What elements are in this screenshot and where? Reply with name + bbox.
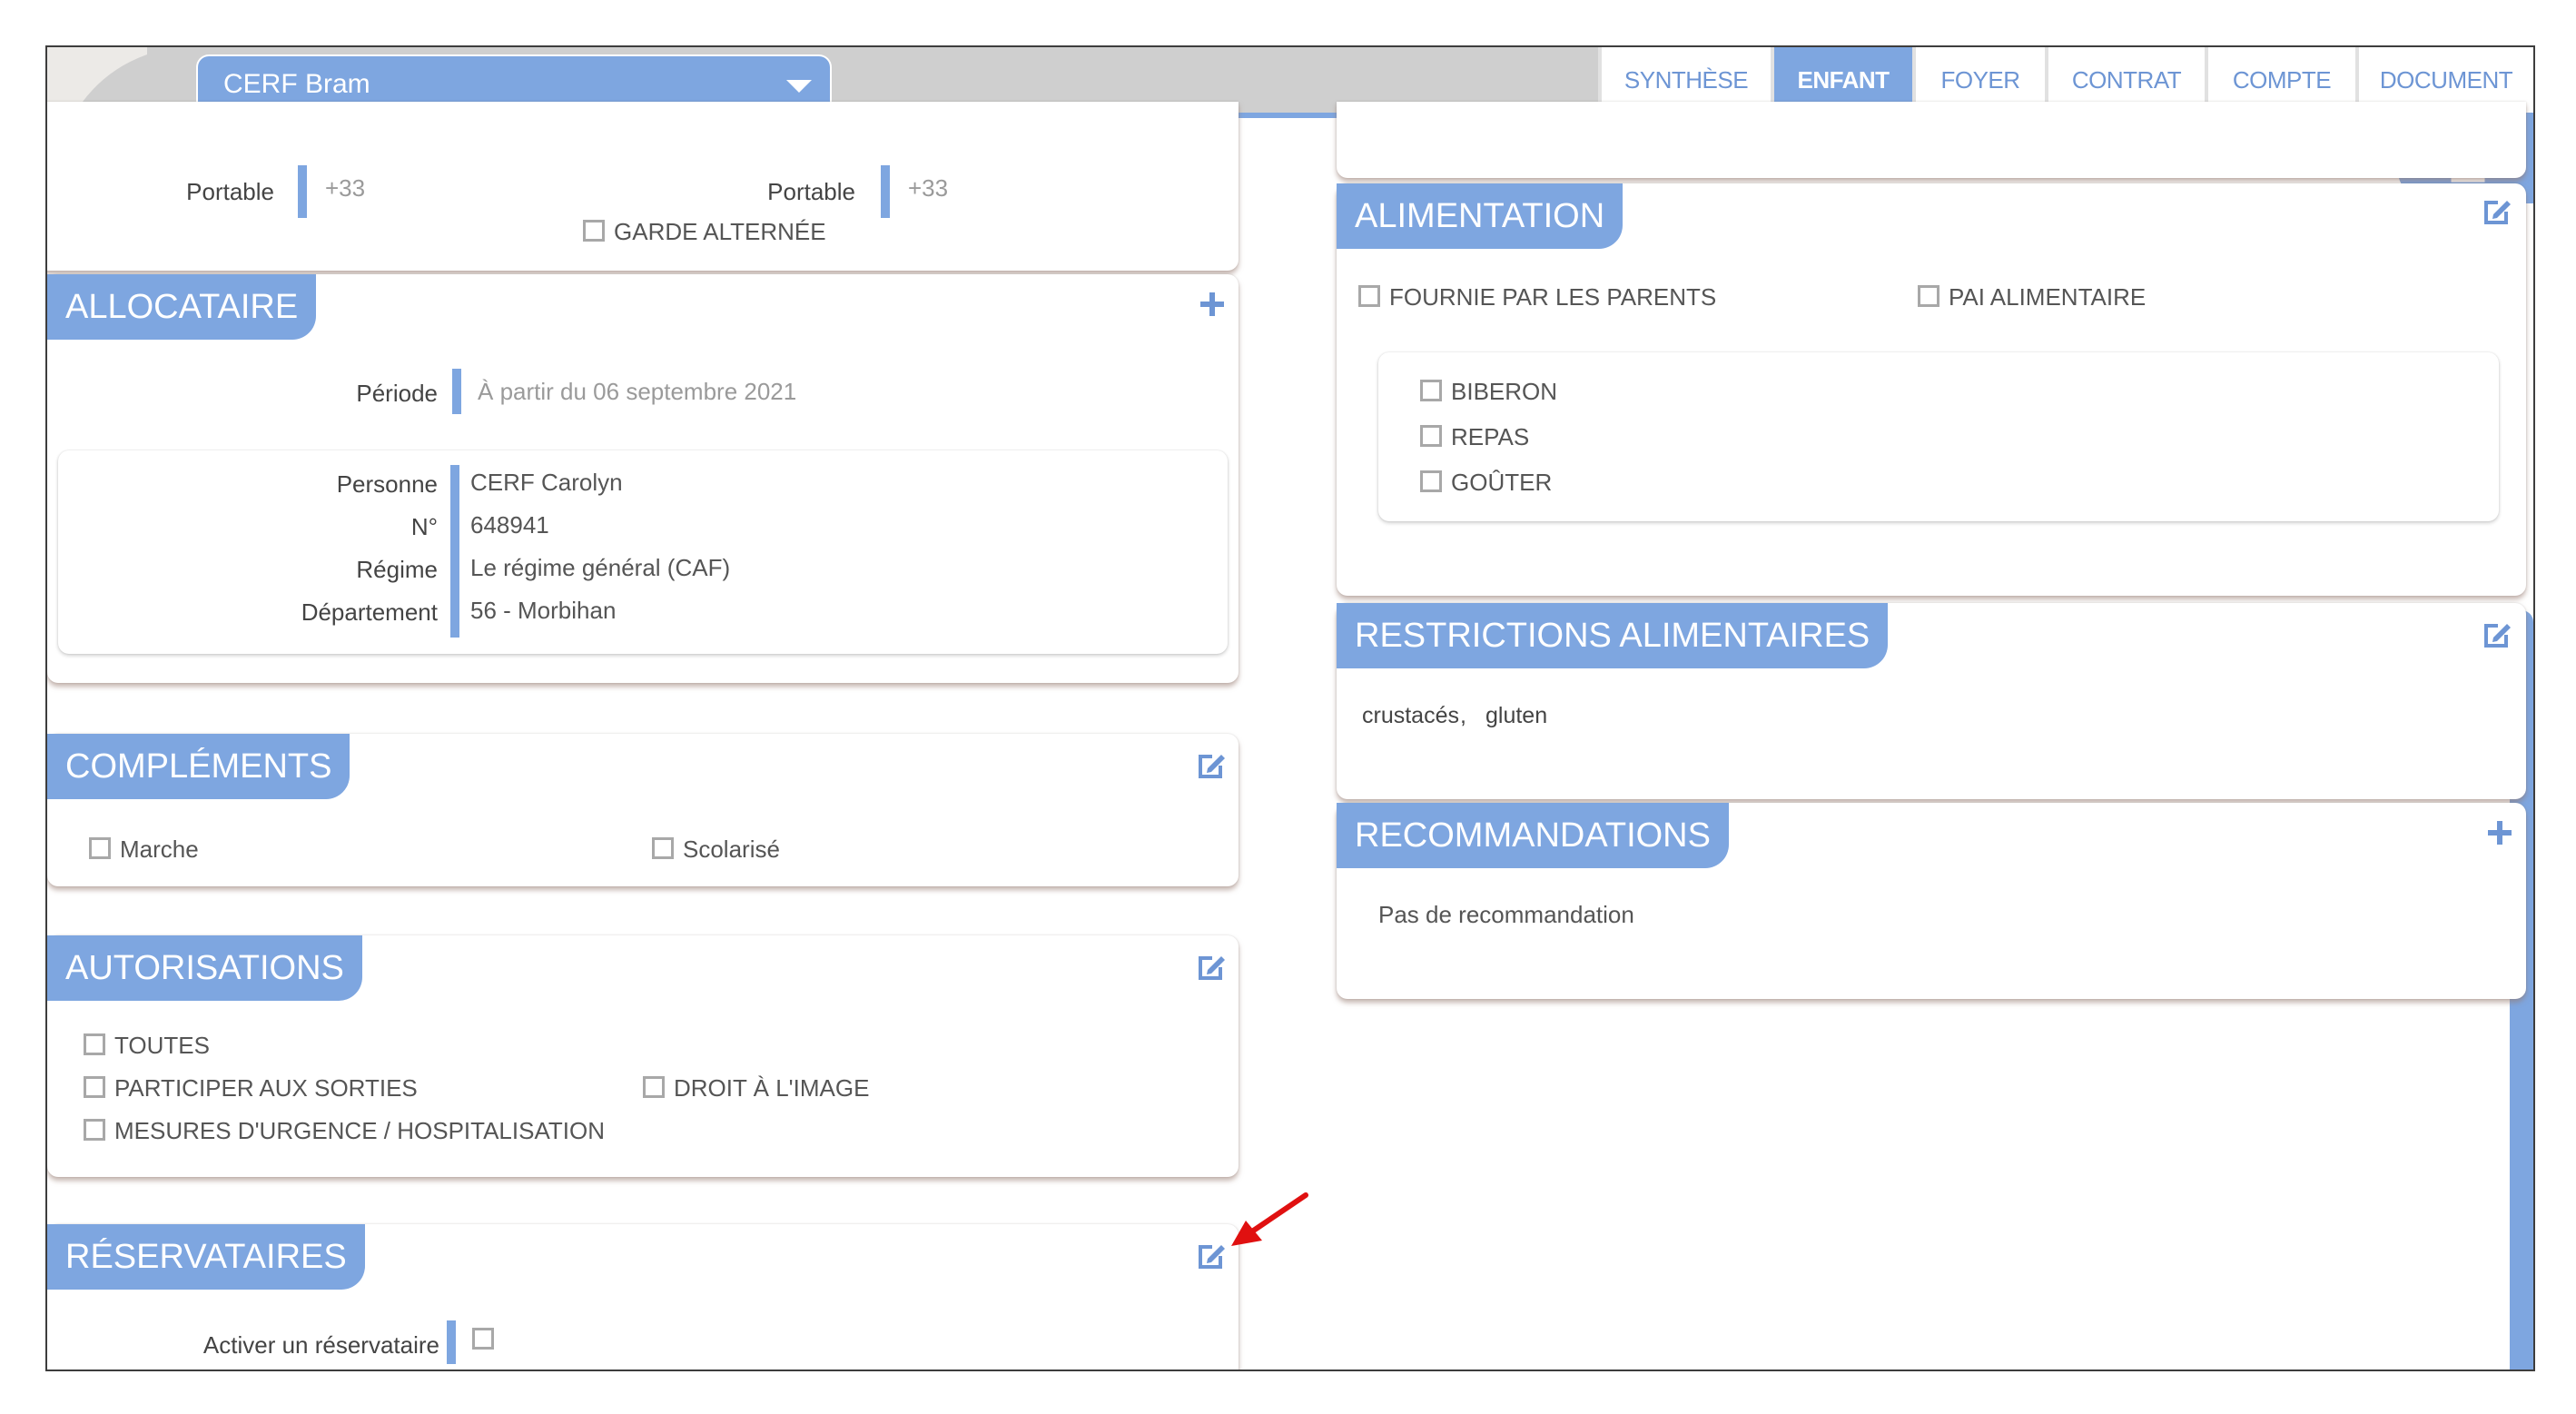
marche-checkbox[interactable] xyxy=(89,837,111,859)
portable-label-left: Portable xyxy=(186,178,274,205)
autorisations-card: AUTORISATIONS TOUTES PARTICIPER AUX SORT… xyxy=(47,935,1239,1177)
numero-value: 648941 xyxy=(470,511,549,539)
meals-box: BIBERON REPAS GOÛTER xyxy=(1378,352,2499,521)
restriction-separator: , xyxy=(1460,703,1466,728)
departement-value: 56 - Morbihan xyxy=(470,597,617,624)
activer-reservataire-checkbox[interactable] xyxy=(472,1328,494,1350)
plus-icon[interactable] xyxy=(2484,817,2515,848)
urgence-label: MESURES D'URGENCE / HOSPITALISATION xyxy=(114,1117,605,1144)
departement-label: Département xyxy=(301,598,438,626)
field-accent-bar xyxy=(452,369,461,414)
regime-value: Le régime général (CAF) xyxy=(470,554,731,581)
gouter-label: GOÛTER xyxy=(1451,469,1553,496)
toutes-checkbox[interactable] xyxy=(84,1033,105,1055)
activer-reservataire-label: Activer un réservataire xyxy=(202,1331,439,1359)
regime-label: Régime xyxy=(356,556,438,583)
portable-label-right: Portable xyxy=(767,178,855,205)
red-arrow-icon xyxy=(1231,1192,1308,1246)
edit-icon[interactable] xyxy=(1197,750,1228,781)
biberon-label: BIBERON xyxy=(1451,378,1558,405)
field-accent-bar xyxy=(447,1320,456,1364)
scolarise-label: Scolarisé xyxy=(683,836,780,863)
complements-card: COMPLÉMENTS Marche Scolarisé xyxy=(47,734,1239,886)
garde-alternee-label: GARDE ALTERNÉE xyxy=(614,218,826,245)
edit-icon[interactable] xyxy=(1197,1241,1228,1271)
allocataire-card: ALLOCATAIRE Période À partir du 06 septe… xyxy=(47,274,1239,683)
previous-card-bottom xyxy=(1337,102,2526,178)
fournie-parents-checkbox[interactable] xyxy=(1358,285,1380,307)
chevron-down-icon xyxy=(786,80,812,93)
autorisations-title: AUTORISATIONS xyxy=(47,935,362,1001)
allocataire-title: ALLOCATAIRE xyxy=(47,274,317,340)
repas-checkbox[interactable] xyxy=(1420,425,1442,447)
complements-title: COMPLÉMENTS xyxy=(47,734,350,799)
edit-icon[interactable] xyxy=(2482,196,2513,227)
periode-label: Période xyxy=(356,380,438,407)
sorties-label: PARTICIPER AUX SORTIES xyxy=(114,1074,418,1102)
sorties-checkbox[interactable] xyxy=(84,1076,105,1098)
gouter-checkbox[interactable] xyxy=(1420,470,1442,492)
droit-image-checkbox[interactable] xyxy=(643,1076,665,1098)
child-name: CERF Bram xyxy=(223,69,370,99)
personne-label: Personne xyxy=(336,470,438,498)
recommandations-card: RECOMMANDATIONS Pas de recommandation xyxy=(1337,803,2526,999)
restriction-item: crustacés xyxy=(1362,703,1459,728)
urgence-checkbox[interactable] xyxy=(84,1119,105,1141)
scolarise-checkbox[interactable] xyxy=(652,837,674,859)
biberon-checkbox[interactable] xyxy=(1420,380,1442,401)
allocataire-details: Personne CERF Carolyn N° 648941 Régime L… xyxy=(58,450,1228,654)
recommandations-title: RECOMMANDATIONS xyxy=(1337,803,1729,868)
reservataires-card: RÉSERVATAIRES Activer un réservataire xyxy=(47,1224,1239,1370)
garde-alternee-checkbox[interactable] xyxy=(583,220,605,242)
edit-icon[interactable] xyxy=(2482,619,2513,650)
personne-value: CERF Carolyn xyxy=(470,469,623,496)
toutes-label: TOUTES xyxy=(114,1032,210,1059)
periode-value: À partir du 06 septembre 2021 xyxy=(478,378,797,405)
alimentation-card: ALIMENTATION FOURNIE PAR LES PARENTS PAI… xyxy=(1337,183,2526,596)
portable-input-left[interactable]: +33 xyxy=(325,174,365,203)
plus-icon[interactable] xyxy=(1197,289,1228,320)
app-frame: CERF Bram SYNTHÈSE ENFANT FOYER CONTRAT … xyxy=(45,45,2535,1371)
alimentation-title: ALIMENTATION xyxy=(1337,183,1624,249)
field-accent-bar xyxy=(881,165,890,218)
pai-alimentaire-label: PAI ALIMENTAIRE xyxy=(1949,283,2147,311)
restriction-item: gluten xyxy=(1485,703,1548,728)
edit-icon[interactable] xyxy=(1197,952,1228,983)
repas-label: REPAS xyxy=(1451,423,1530,450)
recommandations-text: Pas de recommandation xyxy=(1378,901,1634,928)
field-accent-bar xyxy=(450,465,459,638)
fournie-parents-label: FOURNIE PAR LES PARENTS xyxy=(1389,283,1717,311)
restrictions-card: RESTRICTIONS ALIMENTAIRES crustacés , gl… xyxy=(1337,603,2526,799)
droit-image-label: DROIT À L'IMAGE xyxy=(674,1074,870,1102)
portable-input-right[interactable]: +33 xyxy=(908,174,948,203)
contacts-card: Portable +33 Portable +33 GARDE ALTERNÉE xyxy=(47,102,1239,271)
field-accent-bar xyxy=(298,165,307,218)
numero-label: N° xyxy=(410,513,438,540)
marche-label: Marche xyxy=(120,836,199,863)
restrictions-title: RESTRICTIONS ALIMENTAIRES xyxy=(1337,603,1889,668)
pai-alimentaire-checkbox[interactable] xyxy=(1918,285,1939,307)
reservataires-title: RÉSERVATAIRES xyxy=(47,1224,365,1290)
